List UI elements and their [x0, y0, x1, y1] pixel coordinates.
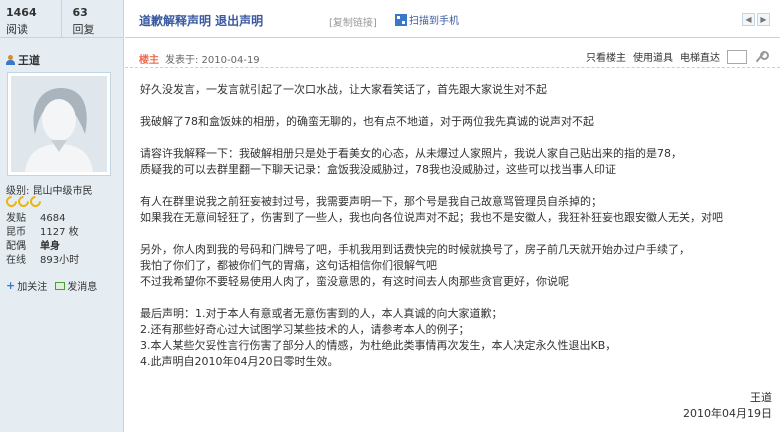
post-line: 我破解了78和盒饭妹的相册，的确蛮无聊的，也有点不地道，对于两位我先真诚的说声对…: [140, 115, 594, 128]
plus-icon: +: [6, 279, 16, 292]
post-content: 好久没发言，一发言就引起了一次口水战，让大家看笑话了，首先跟大家说生对不起 我破…: [140, 82, 770, 386]
views-stat: 1464 阅读: [0, 0, 61, 37]
use-item-link[interactable]: 使用道具: [633, 49, 673, 64]
moon-icon: [27, 193, 44, 210]
rank-stars: [3, 193, 44, 210]
profile-key: 在线: [6, 255, 26, 266]
post-line: 3.本人某些欠妥性言行伤害了部分人的情感，为杜绝此类事情再次发生，本人决定永久性…: [140, 339, 617, 352]
thread-header: 道歉解释声明 退出声明 [复制链接] 扫描到手机 ◀ ▶: [125, 0, 780, 38]
profile-info: 发贴 4684 昆币 1127 枚 配偶 单身 在线 893小时: [6, 212, 79, 268]
signature-date: 2010年04月19日: [683, 407, 772, 420]
replies-stat: 63 回复: [61, 0, 123, 37]
profile-key: 发贴: [6, 213, 26, 224]
profile-value: 893小时: [40, 255, 80, 266]
follow-button[interactable]: + 加关注: [6, 278, 47, 293]
post-line: 不过我希望你不要轻易使用人肉了，蛮没意思的，有这时间去人肉那些贪官更好，你说呢: [140, 275, 569, 288]
send-message-button[interactable]: 发消息: [55, 278, 97, 293]
only-op-link[interactable]: 只看楼主: [586, 49, 626, 64]
post-meta-bar: 楼主 发表于: 2010-04-19 只看楼主 使用道具 电梯直达: [125, 42, 780, 68]
post-line: 最后声明：1.对于本人有意或者无意伤害到的人，本人真诚的向大家道歉；: [140, 307, 503, 320]
op-badge: 楼主: [139, 55, 159, 66]
post-date: 发表于: 2010-04-19: [165, 55, 260, 66]
profile-value: 1127 枚: [40, 227, 79, 238]
post-line: 我怕了你们了，都被你们气的胃痛，这句话相信你们很解气吧: [140, 259, 437, 272]
scan-to-phone-link[interactable]: 扫描到手机: [395, 12, 459, 27]
default-avatar-icon: [11, 76, 107, 172]
replies-label: 回复: [72, 23, 95, 36]
post-paragraph: 最后声明：1.对于本人有意或者无意伤害到的人，本人真诚的向大家道歉； 2.还有那…: [140, 306, 770, 370]
avatar[interactable]: [7, 72, 111, 176]
post-paragraph: 有人在群里说我之前狂妄被封过号，我需要声明一下，那个号是我自己故意骂管理员自杀掉…: [140, 194, 770, 226]
replies-count: 63: [72, 6, 88, 19]
post-line: 如果我在无意间轻狂了，伤害到了一些人，我也向各位说声对不起；我也不是安徽人，我狂…: [140, 211, 723, 224]
follow-label: 加关注: [17, 282, 48, 293]
post-tools: 只看楼主 使用道具 电梯直达: [586, 49, 769, 64]
jump-floor-label: 电梯直达: [680, 53, 720, 64]
post-paragraph: 好久没发言，一发言就引起了一次口水战，让大家看笑话了，首先跟大家说生对不起: [140, 82, 770, 98]
profile-key: 昆币: [6, 227, 26, 238]
profile-value: 单身: [40, 241, 60, 252]
views-label: 阅读: [6, 23, 28, 36]
post-line: 2.还有那些好奇心过大试图学习某些技术的人，请参考本人的例子；: [140, 323, 470, 336]
signature-name: 王道: [750, 391, 772, 404]
arrow-right-icon[interactable]: ▶: [757, 13, 770, 26]
profile-row-online: 在线 893小时: [6, 254, 79, 268]
copy-link-button[interactable]: [复制链接]: [329, 14, 377, 29]
username-link[interactable]: 王道: [6, 52, 40, 68]
profile-value: 4684: [40, 213, 66, 224]
qr-code-icon: [395, 13, 407, 26]
username[interactable]: 王道: [18, 52, 40, 68]
thread-title: 道歉解释声明 退出声明: [139, 14, 264, 28]
post-signature: 王道 2010年04月19日: [683, 390, 772, 422]
scan-to-phone-label: 扫描到手机: [409, 16, 459, 27]
profile-row-posts: 发贴 4684: [6, 212, 79, 226]
post-paragraph: 另外，你人肉到我的号码和门牌号了吧，手机我用到话费快完的时候就换号了，房子前几天…: [140, 242, 770, 290]
thread-pager: ◀ ▶: [742, 13, 770, 26]
profile-row-coins: 昆币 1127 枚: [6, 226, 79, 240]
user-sidebar: 1464 阅读 63 回复 王道 级别: 昆山中级市民 发贴 4684 昆币 1…: [0, 0, 124, 432]
post-paragraph: 我破解了78和盒饭妹的相册，的确蛮无聊的，也有点不地道，对于两位我先真诚的说声对…: [140, 114, 770, 130]
wrench-icon[interactable]: [754, 50, 769, 63]
post-line: 请容许我解释一下：我破解相册只是处于看美女的心态，从未爆过人家照片，我说人家自己…: [140, 147, 682, 160]
profile-row-spouse: 配偶 单身: [6, 240, 79, 254]
post-line: 4.此声明自2010年04月20日零时生效。: [140, 355, 339, 368]
profile-key: 配偶: [6, 241, 26, 252]
post-line: 另外，你人肉到我的号码和门牌号了吧，手机我用到话费快完的时候就换号了，房子前几天…: [140, 243, 690, 256]
thread-stats: 1464 阅读 63 回复: [0, 0, 123, 38]
post-line: 好久没发言，一发言就引起了一次口水战，让大家看笑话了，首先跟大家说生对不起: [140, 83, 547, 96]
post-line: 有人在群里说我之前狂妄被封过号，我需要声明一下，那个号是我自己故意骂管理员自杀掉…: [140, 195, 602, 208]
arrow-left-icon[interactable]: ◀: [742, 13, 755, 26]
user-actions: + 加关注 发消息: [6, 278, 97, 293]
jump-floor-input[interactable]: [727, 49, 747, 64]
post-paragraph: 请容许我解释一下：我破解相册只是处于看美女的心态，从未爆过人家照片，我说人家自己…: [140, 146, 770, 178]
post-line: 质疑我的可以去群里翻一下聊天记录：盒饭我没威胁过，78我也没威胁过，这些可以找当…: [140, 163, 616, 176]
user-rank: 级别: 昆山中级市民: [6, 182, 93, 197]
views-count: 1464: [6, 6, 37, 19]
message-label: 发消息: [67, 282, 98, 293]
message-icon: [55, 281, 66, 290]
rank-name: 昆山中级市民: [32, 186, 93, 197]
user-icon: [6, 55, 15, 65]
